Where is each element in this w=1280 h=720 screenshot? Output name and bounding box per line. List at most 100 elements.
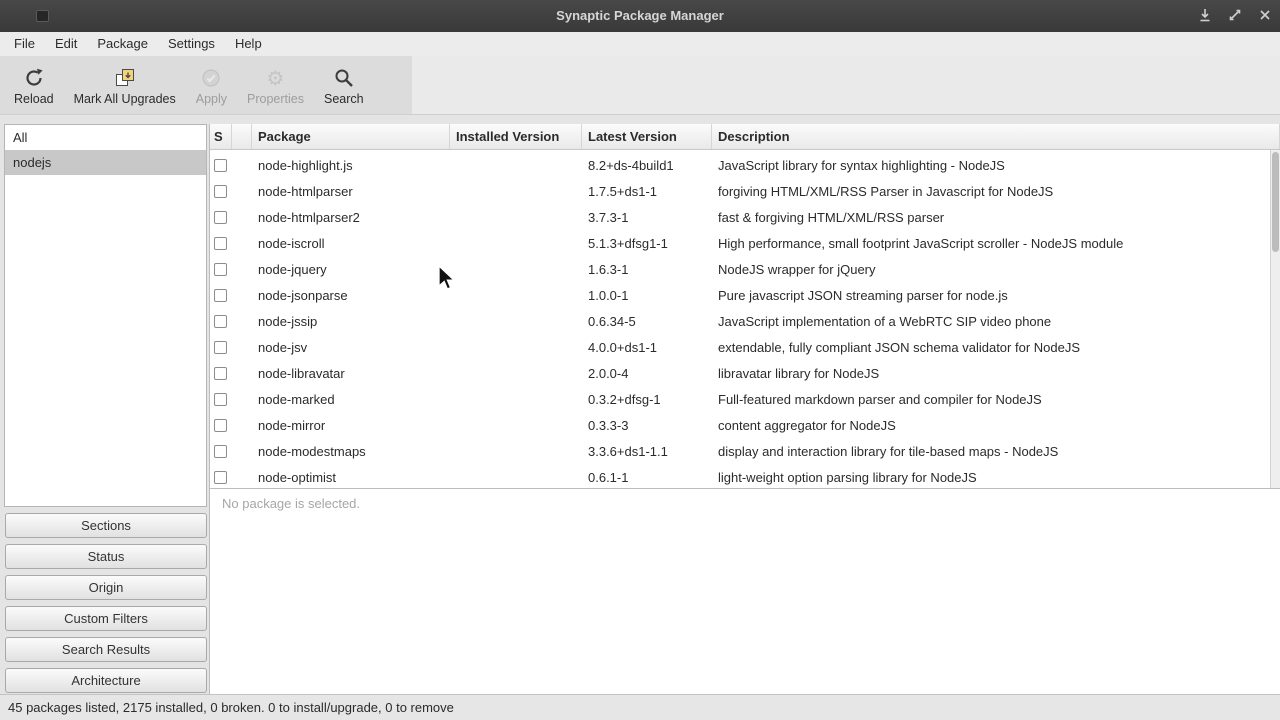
menu-item-edit[interactable]: Edit	[45, 32, 87, 56]
sidebar-button-custom-filters[interactable]: Custom Filters	[5, 606, 207, 631]
column-header-spacer[interactable]	[232, 124, 252, 149]
table-row[interactable]: node-jsv 4.0.0+ds1-1 extendable, fully com…	[210, 334, 1280, 360]
sidebar-button-sections[interactable]: Sections	[5, 513, 207, 538]
toolbar-button-search[interactable]: Search	[314, 59, 374, 111]
apply-icon	[199, 64, 223, 92]
table-row[interactable]: node-iscroll 5.1.3+dfsg1-1 High performanc…	[210, 230, 1280, 256]
close-button[interactable]	[1256, 7, 1274, 25]
menu-item-settings[interactable]: Settings	[158, 32, 225, 56]
package-checkbox[interactable]	[214, 184, 227, 198]
table-row[interactable]: node-mirror 0.3.3-3 content aggregator for…	[210, 412, 1280, 438]
column-header-s[interactable]: S	[210, 124, 232, 149]
title-bar: Synaptic Package Manager	[0, 0, 1280, 32]
latest-version: 5.1.3+dfsg1-1	[588, 235, 668, 251]
column-header-description[interactable]: Description	[712, 124, 1280, 149]
table-row[interactable]: node-modestmaps 3.3.6+ds1-1.1 display and …	[210, 438, 1280, 464]
minimize-icon	[1197, 7, 1213, 26]
package-checkbox[interactable]	[214, 210, 227, 224]
close-icon	[1257, 7, 1273, 26]
table-row[interactable]: node-htmlparser2 3.7.3-1 fast & forgiving …	[210, 204, 1280, 230]
toolbar-button-label: Properties	[247, 92, 305, 106]
column-header-installed-version[interactable]: Installed Version	[450, 124, 582, 149]
package-icon-cell	[232, 360, 252, 386]
table-body: node-highlight.js 8.2+ds-4build1 JavaScrip…	[210, 152, 1280, 488]
package-checkbox[interactable]	[214, 236, 227, 250]
details-panel: No package is selected.	[209, 488, 1280, 694]
scrollbar-thumb[interactable]	[1272, 152, 1279, 252]
status-bar: 45 packages listed, 2175 installed, 0 br…	[0, 694, 1280, 720]
column-header-package[interactable]: Package	[252, 124, 450, 149]
package-table: S Package Installed Version Latest Version D…	[209, 124, 1280, 488]
status-cell	[210, 360, 232, 386]
package-checkbox[interactable]	[214, 314, 227, 328]
package-icon-cell	[232, 178, 252, 204]
latest-version: 0.6.34-5	[588, 313, 636, 329]
package-name: node-libravatar	[258, 365, 345, 381]
maximize-icon	[1227, 7, 1243, 26]
latest-version: 3.7.3-1	[588, 209, 629, 225]
latest-version: 1.0.0-1	[588, 287, 629, 303]
filter-item-nodejs[interactable]: nodejs	[5, 150, 206, 175]
mouse-cursor	[438, 265, 456, 290]
toolbar-button-label: Search	[324, 92, 364, 106]
package-checkbox[interactable]	[214, 262, 227, 276]
table-row[interactable]: node-jsonparse 1.0.0-1 Pure javascript JSO…	[210, 282, 1280, 308]
package-checkbox[interactable]	[214, 392, 227, 406]
menu-item-help[interactable]: Help	[225, 32, 272, 56]
package-checkbox[interactable]	[214, 340, 227, 354]
toolbar-button-mark-all-upgrades[interactable]: Mark All Upgrades	[64, 59, 186, 111]
package-icon-cell	[232, 152, 252, 178]
status-cell	[210, 256, 232, 282]
table-row[interactable]: node-highlight.js 8.2+ds-4build1 JavaScrip…	[210, 152, 1280, 178]
package-name: node-jquery	[258, 261, 327, 277]
table-row[interactable]: node-libravatar 2.0.0-4 libravatar library…	[210, 360, 1280, 386]
status-cell	[210, 438, 232, 464]
status-cell	[210, 464, 232, 488]
sidebar-button-status[interactable]: Status	[5, 544, 207, 569]
menu-bar: File Edit Package Settings Help	[0, 32, 1280, 56]
latest-version: 0.6.1-1	[588, 469, 629, 485]
package-icon-cell	[232, 464, 252, 488]
menu-item-package[interactable]: Package	[87, 32, 158, 56]
sidebar-button-architecture[interactable]: Architecture	[5, 668, 207, 693]
package-name: node-marked	[258, 391, 335, 407]
search-icon	[332, 64, 356, 92]
table-row[interactable]: node-htmlparser 1.7.5+ds1-1 forgiving HTML…	[210, 178, 1280, 204]
package-icon-cell	[232, 308, 252, 334]
table-row[interactable]: node-optimist 0.6.1-1 light-weight option …	[210, 464, 1280, 488]
sidebar-button-search-results[interactable]: Search Results	[5, 637, 207, 662]
toolbar-button-reload[interactable]: Reload	[4, 59, 64, 111]
installed-version	[450, 360, 582, 386]
vertical-scrollbar[interactable]	[1270, 150, 1280, 488]
installed-version	[450, 412, 582, 438]
package-checkbox[interactable]	[214, 158, 227, 172]
package-name: node-mirror	[258, 417, 326, 433]
maximize-button[interactable]	[1226, 7, 1244, 25]
installed-version	[450, 152, 582, 178]
latest-version: 1.7.5+ds1-1	[588, 183, 658, 199]
package-checkbox[interactable]	[214, 366, 227, 380]
properties-icon: ⚙	[266, 66, 285, 90]
installed-version	[450, 256, 582, 282]
package-checkbox[interactable]	[214, 418, 227, 432]
filter-item-all[interactable]: All	[5, 125, 206, 150]
package-description: extendable, fully compliant JSON schema …	[718, 339, 1081, 355]
table-row[interactable]: node-marked 0.3.2+dfsg-1 Full-featured mar…	[210, 386, 1280, 412]
table-row[interactable]: node-jquery 1.6.3-1 NodeJS wrapper for jQu…	[210, 256, 1280, 282]
package-name: node-htmlparser	[258, 183, 353, 199]
package-checkbox[interactable]	[214, 470, 227, 484]
package-checkbox[interactable]	[214, 444, 227, 458]
column-header-latest-version[interactable]: Latest Version	[582, 124, 712, 149]
package-description: fast & forgiving HTML/XML/RSS parser	[718, 209, 945, 225]
sidebar-button-origin[interactable]: Origin	[5, 575, 207, 600]
installed-version	[450, 230, 582, 256]
menu-item-file[interactable]: File	[4, 32, 45, 56]
package-checkbox[interactable]	[214, 288, 227, 302]
package-icon-cell	[232, 282, 252, 308]
table-row[interactable]: node-jssip 0.6.34-5 JavaScript implementat…	[210, 308, 1280, 334]
minimize-button[interactable]	[1196, 7, 1214, 25]
package-icon-cell	[232, 230, 252, 256]
installed-version	[450, 438, 582, 464]
installed-version	[450, 334, 582, 360]
status-cell	[210, 386, 232, 412]
